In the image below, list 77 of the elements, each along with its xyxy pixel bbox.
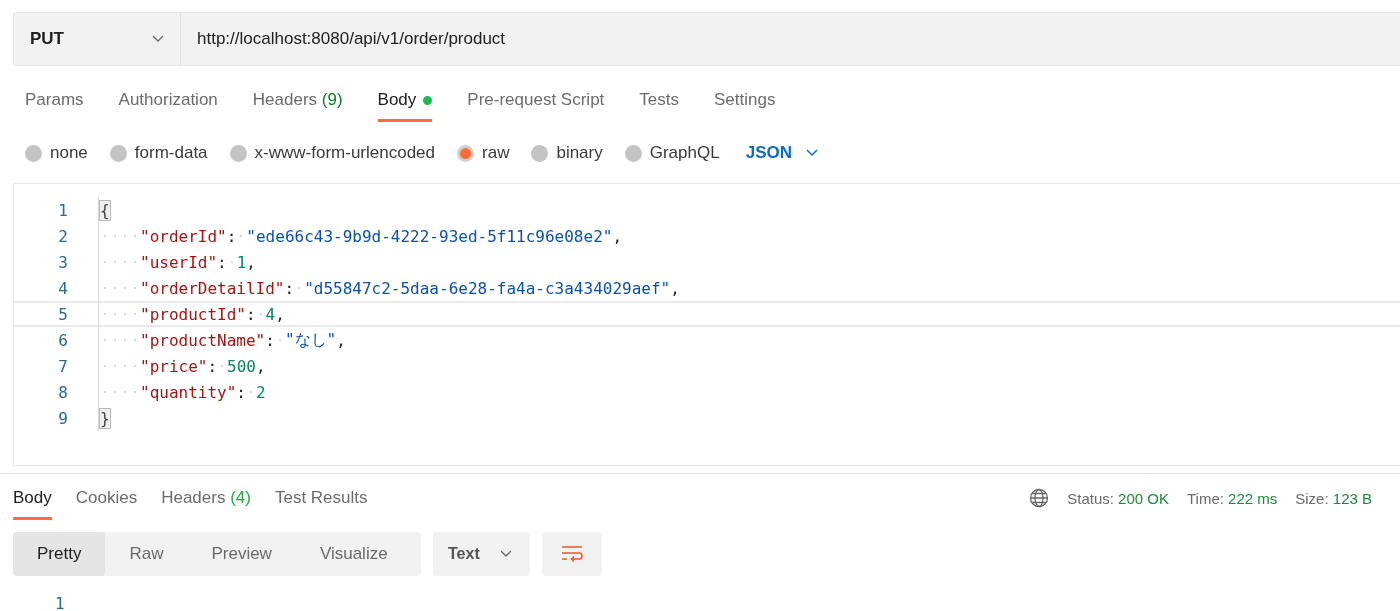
format-dropdown[interactable]: JSON bbox=[745, 143, 818, 163]
code-token: "price" bbox=[140, 356, 208, 376]
line-number: 1 bbox=[55, 594, 65, 611]
code-token: "なし" bbox=[284, 329, 337, 351]
response-tab[interactable]: Headers (4) bbox=[161, 488, 251, 520]
code-token: "orderDetailId" bbox=[140, 278, 285, 298]
response-stat: Time: 222 ms bbox=[1186, 489, 1278, 507]
code-token: : bbox=[284, 278, 295, 298]
code-token: , bbox=[670, 278, 680, 298]
radio-label[interactable]: binary bbox=[556, 143, 603, 163]
line-number: 7 bbox=[57, 356, 69, 376]
line-number: 4 bbox=[57, 278, 69, 298]
code-token: : bbox=[265, 330, 275, 350]
response-stat: Size: 123 B bbox=[1295, 489, 1372, 507]
format-dropdown[interactable]: Text bbox=[433, 532, 530, 576]
code-editor[interactable] bbox=[13, 183, 1400, 466]
response-tab[interactable]: Cookies bbox=[75, 488, 138, 520]
radio-button[interactable] bbox=[457, 144, 474, 162]
response-tab[interactable]: Body bbox=[13, 488, 52, 520]
code-token: "userId" bbox=[140, 252, 218, 272]
code-token: : bbox=[226, 226, 237, 246]
radio-button[interactable] bbox=[229, 144, 247, 162]
response-stat: Status: 200 OK bbox=[1067, 489, 1169, 507]
code-token: : bbox=[207, 356, 218, 376]
code-token: "quantity" bbox=[140, 382, 237, 402]
code-token: , bbox=[275, 304, 285, 324]
code-token: 500 bbox=[227, 356, 256, 376]
code-token: 1 bbox=[236, 252, 247, 272]
line-number: 1 bbox=[57, 200, 69, 220]
radio-button[interactable] bbox=[25, 144, 42, 162]
wrap-lines-icon bbox=[560, 545, 583, 563]
view-mode-button[interactable]: Pretty bbox=[13, 532, 106, 576]
radio-label[interactable]: form-data bbox=[134, 143, 208, 163]
radio-label[interactable]: GraphQL bbox=[649, 143, 720, 163]
line-number: 5 bbox=[57, 304, 69, 324]
code-token: : bbox=[217, 252, 227, 272]
radio-label[interactable]: raw bbox=[482, 143, 510, 163]
line-number: 8 bbox=[57, 382, 69, 402]
request-tab[interactable]: Authorization bbox=[118, 90, 218, 122]
request-tab[interactable]: Tests bbox=[639, 90, 679, 122]
view-mode-button[interactable]: Raw bbox=[105, 532, 188, 576]
globe-icon[interactable] bbox=[1029, 488, 1050, 508]
wrap-lines-button[interactable] bbox=[541, 532, 602, 576]
code-token: "productId" bbox=[140, 304, 246, 324]
radio-label[interactable]: x-www-form-urlencoded bbox=[254, 143, 435, 163]
view-mode-button[interactable]: Visualize bbox=[295, 532, 412, 576]
code-token: "d55847c2-5daa-6e28-fa4a-c3a434029aef" bbox=[304, 278, 671, 298]
chevron-down-icon bbox=[805, 149, 818, 157]
code-token: : bbox=[236, 382, 246, 402]
line-number: 6 bbox=[57, 330, 69, 350]
request-tab[interactable]: Settings bbox=[714, 90, 776, 122]
code-token: "ede66c43-9b9d-4222-93ed-5f11c96e08e2" bbox=[246, 226, 613, 246]
code-token: "orderId" bbox=[140, 226, 227, 246]
radio-button[interactable] bbox=[624, 144, 642, 162]
radio-label[interactable]: none bbox=[50, 143, 88, 163]
line-number: 9 bbox=[57, 408, 69, 428]
code-token: } bbox=[100, 408, 110, 428]
code-token: , bbox=[256, 356, 266, 376]
code-token: "productName" bbox=[140, 330, 266, 350]
line-number: 2 bbox=[57, 226, 69, 246]
code-token: : bbox=[245, 304, 256, 324]
chevron-down-icon bbox=[499, 550, 512, 558]
radio-button[interactable] bbox=[109, 144, 127, 162]
response-tab[interactable]: Test Results bbox=[274, 488, 368, 520]
code-token: , bbox=[246, 252, 256, 272]
line-number: 3 bbox=[57, 252, 69, 272]
radio-button[interactable] bbox=[531, 144, 549, 162]
code-token: , bbox=[336, 330, 346, 350]
request-tab[interactable]: Pre-request Script bbox=[467, 90, 605, 122]
view-mode-button[interactable]: Preview bbox=[187, 532, 296, 576]
code-token: { bbox=[100, 200, 110, 220]
request-tab[interactable]: Headers (9) bbox=[252, 90, 343, 122]
code-token: 4 bbox=[265, 304, 276, 324]
request-tab[interactable]: Params bbox=[25, 90, 84, 122]
request-tab[interactable]: Body bbox=[377, 90, 433, 122]
code-token: 2 bbox=[255, 382, 266, 402]
code-token: , bbox=[612, 226, 623, 246]
